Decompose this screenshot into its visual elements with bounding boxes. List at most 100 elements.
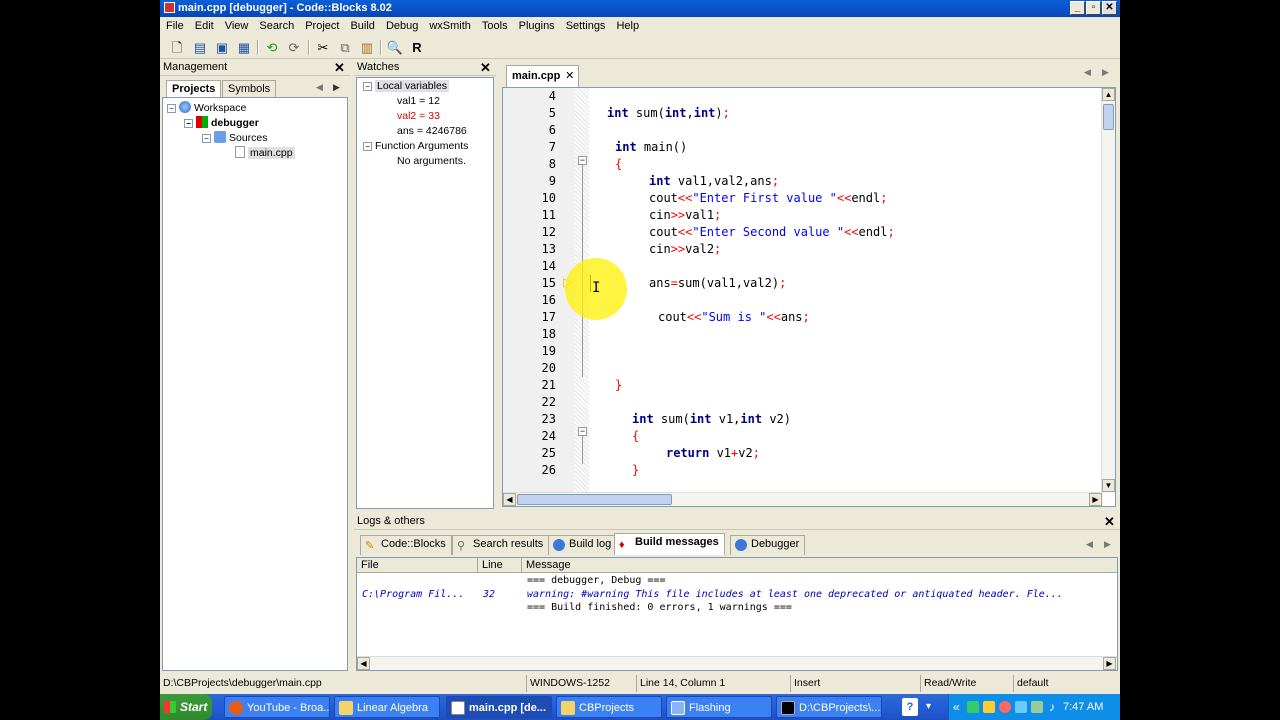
help-icon[interactable]: ?	[902, 698, 918, 716]
chevron-down-icon[interactable]: ▾	[926, 694, 931, 720]
fold-toggle-icon[interactable]: −	[578, 156, 587, 165]
menu-settings[interactable]: Settings	[561, 17, 611, 36]
collapse-icon[interactable]: −	[363, 82, 372, 91]
tab-debugger[interactable]: Debugger	[730, 535, 806, 555]
menu-file[interactable]: File	[161, 17, 189, 36]
horizontal-scrollbar[interactable]: ◀ ▶	[357, 656, 1117, 670]
menu-plugins[interactable]: Plugins	[514, 17, 560, 36]
close-icon[interactable]: ✕	[334, 59, 345, 76]
log-row-file[interactable]: C:\Program Fil...	[362, 588, 464, 601]
tab-codeblocks[interactable]: ✎ Code::Blocks	[360, 535, 452, 555]
line-number: 5	[548, 106, 556, 120]
column-header-file[interactable]: File	[361, 559, 379, 571]
copy-icon[interactable]: ⧉	[336, 39, 354, 56]
scroll-right-icon[interactable]: ▶	[1089, 493, 1102, 506]
menu-build[interactable]: Build	[345, 17, 379, 36]
watch-item[interactable]: ans = 4246786	[397, 124, 467, 139]
paste-icon[interactable]: ▥	[358, 39, 376, 56]
taskbar-item-flashing[interactable]: Flashing	[666, 696, 772, 718]
scroll-thumb[interactable]	[1103, 104, 1114, 130]
undo-icon[interactable]: ⟲	[263, 39, 281, 56]
collapse-icon[interactable]: −	[167, 104, 176, 113]
tab-search-results[interactable]: ⚲ Search results	[452, 535, 550, 555]
tab-scroll-left-icon[interactable]: ◀	[1086, 539, 1093, 550]
scroll-down-icon[interactable]: ▼	[1102, 479, 1115, 492]
tree-local-variables[interactable]: − Local variables	[363, 79, 450, 94]
log-row-message[interactable]: warning: #warning This file includes at …	[527, 588, 1063, 601]
clock[interactable]: 7:47 AM	[1063, 694, 1103, 720]
scroll-left-icon[interactable]: ◀	[503, 493, 516, 506]
folder-icon	[339, 701, 353, 715]
collapse-icon[interactable]: −	[363, 142, 372, 151]
tab-scroll-left-icon[interactable]: ◀	[1084, 67, 1091, 78]
tab-symbols[interactable]: Symbols	[222, 80, 277, 98]
line-number: 6	[548, 123, 556, 137]
taskbar-item-youtube[interactable]: YouTube - Broa...	[224, 696, 330, 718]
close-icon[interactable]: ✕	[480, 59, 491, 76]
collapse-icon[interactable]: −	[202, 134, 211, 143]
menu-tools[interactable]: Tools	[477, 17, 513, 36]
horizontal-scrollbar[interactable]: ◀ ▶	[503, 492, 1103, 506]
menu-debug[interactable]: Debug	[381, 17, 423, 36]
taskbar-item-cbprojects[interactable]: CBProjects	[556, 696, 662, 718]
tray-app-icon[interactable]	[1031, 701, 1043, 713]
watch-item[interactable]: val1 = 12	[397, 94, 440, 109]
menu-project[interactable]: Project	[300, 17, 344, 36]
menu-edit[interactable]: Edit	[190, 17, 219, 36]
log-row-message[interactable]: === Build finished: 0 errors, 1 warnings…	[527, 601, 792, 614]
column-header-message[interactable]: Message	[526, 559, 571, 571]
find-icon[interactable]: 🔍	[386, 39, 404, 56]
tab-scroll-right-icon[interactable]: ▶	[333, 82, 340, 93]
cut-icon[interactable]: ✂	[314, 39, 332, 56]
save-all-icon[interactable]: ▦	[235, 39, 253, 56]
shield-icon[interactable]	[983, 701, 995, 713]
menu-wxsmith[interactable]: wxSmith	[424, 17, 476, 36]
volume-icon[interactable]: ♪	[1049, 694, 1055, 720]
tree-file[interactable]: main.cpp	[235, 146, 295, 161]
menu-search[interactable]: Search	[254, 17, 299, 36]
tree-folder[interactable]: − Sources	[202, 131, 268, 146]
network-icon[interactable]	[1015, 701, 1027, 713]
taskbar-item-main-cpp[interactable]: main.cpp [de...	[446, 696, 552, 718]
tree-project[interactable]: − debugger	[184, 116, 259, 131]
tab-build-log[interactable]: Build log	[548, 535, 618, 555]
tab-scroll-right-icon[interactable]: ▶	[1102, 67, 1109, 78]
tab-scroll-left-icon[interactable]: ◀	[316, 82, 323, 93]
tray-app-icon[interactable]	[967, 701, 979, 713]
taskbar-item-linear-algebra[interactable]: Linear Algebra	[334, 696, 440, 718]
tab-build-messages[interactable]: ♦ Build messages	[614, 533, 725, 555]
scroll-thumb[interactable]	[517, 494, 672, 505]
tray-app-icon[interactable]	[999, 701, 1011, 713]
menu-help[interactable]: Help	[611, 17, 644, 36]
log-row-message[interactable]: === debugger, Debug ===	[527, 574, 665, 587]
close-icon[interactable]: ✕	[1104, 513, 1115, 530]
redo-icon[interactable]: ⟳	[285, 39, 303, 56]
start-button[interactable]: Start	[160, 694, 212, 720]
save-icon[interactable]: ▣	[213, 39, 231, 56]
close-button[interactable]: ✕	[1102, 1, 1117, 15]
watch-item-changed[interactable]: val2 = 33	[397, 109, 440, 124]
scroll-right-icon[interactable]: ▶	[1103, 657, 1116, 670]
tab-projects[interactable]: Projects	[166, 80, 222, 98]
close-tab-icon[interactable]: ✕	[565, 66, 574, 87]
taskbar-item-console[interactable]: D:\CBProjects\...	[776, 696, 882, 718]
tab-main-cpp[interactable]: main.cpp ✕	[506, 65, 580, 87]
maximize-button[interactable]: ▫	[1086, 1, 1101, 15]
fold-toggle-icon[interactable]: −	[578, 427, 587, 436]
tray-expand-icon[interactable]: «	[953, 694, 960, 720]
log-row-line[interactable]: 32	[483, 588, 495, 601]
minimize-button[interactable]: _	[1070, 1, 1085, 15]
scroll-up-icon[interactable]: ▲	[1102, 88, 1115, 101]
tree-workspace[interactable]: − Workspace	[167, 101, 246, 116]
toolbar-separator	[308, 40, 310, 55]
column-header-line[interactable]: Line	[482, 559, 503, 571]
new-file-icon[interactable]: 🗋	[168, 39, 186, 56]
tab-scroll-right-icon[interactable]: ▶	[1104, 539, 1111, 550]
vertical-scrollbar[interactable]: ▲ ▼	[1101, 88, 1115, 493]
scroll-left-icon[interactable]: ◀	[357, 657, 370, 670]
menu-view[interactable]: View	[220, 17, 254, 36]
open-icon[interactable]: ▤	[191, 39, 209, 56]
tree-function-arguments[interactable]: − Function Arguments	[363, 139, 468, 154]
replace-icon[interactable]: R	[408, 39, 426, 56]
collapse-icon[interactable]: −	[184, 119, 193, 128]
